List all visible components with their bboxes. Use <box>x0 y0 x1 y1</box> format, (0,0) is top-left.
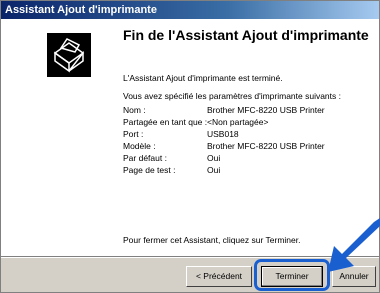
param-value: Brother MFC-8220 USB Printer <box>207 141 325 151</box>
param-value: <Non partagée> <box>207 117 269 127</box>
param-label: Partagée en tant que : <box>123 117 208 127</box>
param-value: Oui <box>207 165 221 175</box>
param-label: Page de test : <box>123 165 176 175</box>
window-title: Assistant Ajout d'imprimante <box>5 4 157 16</box>
wizard-side-panel <box>1 19 113 256</box>
param-label: Port : <box>123 129 144 139</box>
button-separator <box>1 256 379 258</box>
page-title: Fin de l'Assistant Ajout d'imprimante <box>123 27 369 43</box>
wizard-window: Assistant Ajout d'imprimante Fin de l'As… <box>0 0 380 293</box>
printer-icon <box>45 31 93 79</box>
back-button[interactable]: < Précédent <box>186 266 252 287</box>
param-value: USB018 <box>207 129 239 139</box>
close-instructions: Pour fermer cet Assistant, cliquez sur T… <box>123 235 301 245</box>
param-value: Oui <box>207 153 221 163</box>
param-label: Nom : <box>123 105 146 115</box>
finish-highlight <box>254 259 330 291</box>
completed-text: L'Assistant Ajout d'imprimante est termi… <box>123 73 283 83</box>
param-label: Modèle : <box>123 141 156 151</box>
param-value: Brother MFC-8220 USB Printer <box>207 105 325 115</box>
param-label: Par défaut : <box>123 153 167 163</box>
pointer-arrow-icon <box>328 218 380 272</box>
params-intro: Vous avez spécifié les paramètres d'impr… <box>123 91 341 101</box>
title-bar: Assistant Ajout d'imprimante <box>1 1 379 19</box>
